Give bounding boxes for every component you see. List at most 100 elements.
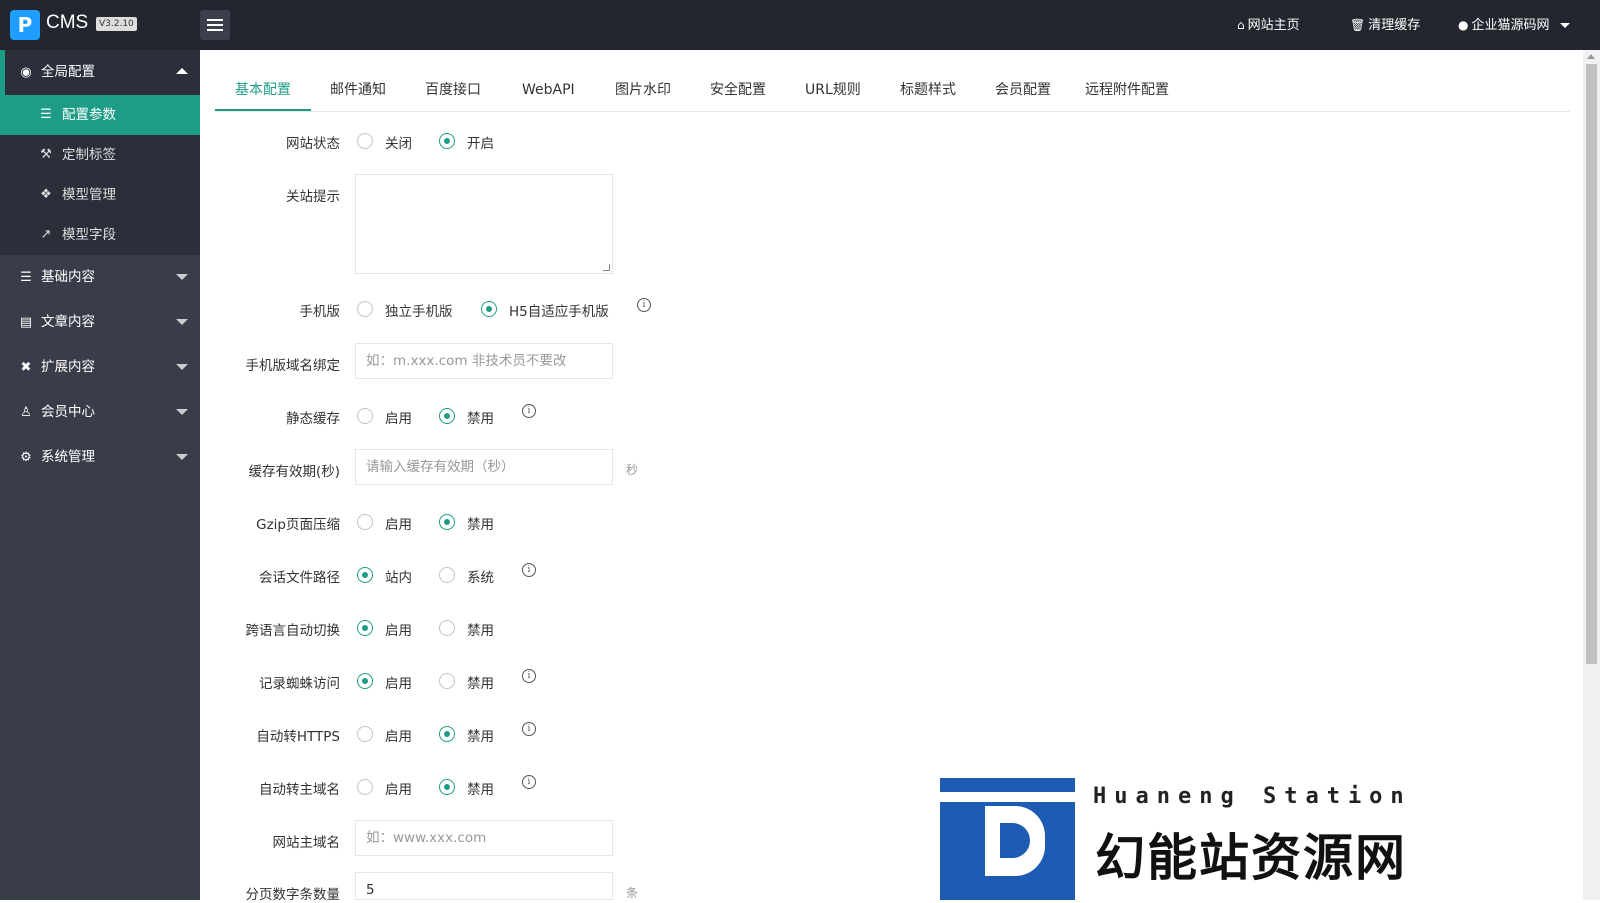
radio-circle <box>357 408 373 424</box>
unit-seconds: 秒 <box>626 463 639 477</box>
radio-label: 禁用 <box>467 411 494 427</box>
watermark-chinese-text: 幻能站资源网 <box>1095 829 1407 887</box>
scrollbar-thumb[interactable] <box>1586 64 1597 664</box>
info-icon[interactable]: i <box>522 563 536 577</box>
sliders-icon: ☰ <box>40 107 52 122</box>
tab-member-config[interactable]: 会员配置 <box>995 70 1051 110</box>
cms-logo-icon[interactable]: P <box>10 10 40 40</box>
nav-user-menu[interactable]: ● 企业猫源码网 <box>1458 0 1570 50</box>
label-gzip: Gzip页面压缩 <box>256 517 340 533</box>
label-spider-log: 记录蜘蛛访问 <box>259 676 340 692</box>
tab-url-rules[interactable]: URL规则 <box>805 70 861 110</box>
chevron-down-icon <box>176 274 188 280</box>
info-icon[interactable]: i <box>637 298 651 312</box>
main-domain-input[interactable]: 如：www.xxx.com <box>355 820 613 856</box>
sidebar-group-label: 全局配置 <box>41 64 95 80</box>
gear-icon: ⚙ <box>20 450 32 465</box>
cache-ttl-input[interactable]: 请输入缓存有效期（秒） <box>355 449 613 485</box>
tab-security-config[interactable]: 安全配置 <box>710 70 766 110</box>
label-mobile: 手机版 <box>299 304 341 320</box>
sidebar-item-label: 模型管理 <box>62 187 116 203</box>
radio-label: 启用 <box>385 411 412 427</box>
close-tip-textarea[interactable] <box>355 174 613 274</box>
radio-circle <box>357 726 373 742</box>
cube-icon: ❖ <box>40 187 52 202</box>
label-mobile-domain: 手机版域名绑定 <box>245 358 341 374</box>
page-count-input[interactable]: 5 <box>355 872 613 900</box>
wrench-icon: ⚒ <box>40 147 52 162</box>
radio-circle <box>481 301 497 317</box>
radio-label: 启用 <box>385 782 412 798</box>
label-site-status: 网站状态 <box>286 136 340 152</box>
radio-label: 系统 <box>467 570 494 586</box>
chevron-down-icon <box>1559 23 1570 28</box>
tab-baidu-api[interactable]: 百度接口 <box>425 70 481 110</box>
sidebar-item-model-fields[interactable]: ↗ 模型字段 <box>0 215 200 255</box>
watermark-english-text: Huaneng Station <box>1093 784 1412 809</box>
tab-webapi[interactable]: WebAPI <box>522 70 575 110</box>
info-icon[interactable]: i <box>522 775 536 789</box>
external-link-icon: ↗ <box>40 227 52 242</box>
radio-circle <box>439 133 455 149</box>
info-icon[interactable]: i <box>522 404 536 418</box>
puzzle-icon: ✖ <box>20 360 32 375</box>
user-icon: ♙ <box>20 405 32 420</box>
sidebar-group-extended-content[interactable]: ✖ 扩展内容 <box>0 345 200 390</box>
radio-label: 禁用 <box>467 676 494 692</box>
info-icon[interactable]: i <box>522 722 536 736</box>
radio-label: H5自适应手机版 <box>509 304 609 320</box>
sidebar-group-label: 系统管理 <box>41 449 95 465</box>
config-tabs: 基本配置 邮件通知 百度接口 WebAPI 图片水印 安全配置 URL规则 标题… <box>215 70 1570 112</box>
tab-mail-notify[interactable]: 邮件通知 <box>330 70 386 110</box>
sidebar-group-article-content[interactable]: ▤ 文章内容 <box>0 300 200 345</box>
radio-label: 启用 <box>385 729 412 745</box>
sidebar-item-custom-tags[interactable]: ⚒ 定制标签 <box>0 135 200 175</box>
sidebar-group-member-center[interactable]: ♙ 会员中心 <box>0 390 200 435</box>
label-page-count: 分页数字条数量 <box>245 887 341 903</box>
info-icon[interactable]: i <box>522 669 536 683</box>
trash-icon: 🗑 <box>1350 18 1366 32</box>
menu-toggle-button[interactable] <box>200 10 230 40</box>
tab-title-style[interactable]: 标题样式 <box>900 70 956 110</box>
radio-circle <box>439 779 455 795</box>
hamburger-icon <box>207 19 223 21</box>
tab-basic-config[interactable]: 基本配置 <box>215 70 311 111</box>
sidebar-group-system-manage[interactable]: ⚙ 系统管理 <box>0 435 200 480</box>
mobile-domain-input[interactable]: 如：m.xxx.com 非技术员不要改 <box>355 343 613 379</box>
sidebar-group-global-config[interactable]: ◉ 全局配置 <box>0 50 200 95</box>
scroll-up-icon[interactable] <box>1587 54 1595 59</box>
radio-circle <box>439 673 455 689</box>
radio-circle <box>439 726 455 742</box>
sidebar-group-label: 会员中心 <box>41 404 95 420</box>
chevron-up-icon <box>176 68 188 74</box>
sidebar-item-model-manage[interactable]: ❖ 模型管理 <box>0 175 200 215</box>
radio-label: 禁用 <box>467 517 494 533</box>
page-scrollbar[interactable] <box>1583 50 1600 900</box>
tab-image-watermark[interactable]: 图片水印 <box>615 70 671 110</box>
nav-clear-cache[interactable]: 🗑 清理缓存 <box>1350 0 1420 50</box>
radio-circle <box>357 514 373 530</box>
label-main-domain: 网站主域名 <box>272 835 341 851</box>
hamburger-icon-line <box>207 24 223 26</box>
unit-items: 条 <box>626 886 639 900</box>
radio-label: 站内 <box>385 570 412 586</box>
brand-name[interactable]: CMS <box>46 12 88 34</box>
tab-remote-attachment[interactable]: 远程附件配置 <box>1085 70 1169 110</box>
nav-site-home[interactable]: ⌂ 网站主页 <box>1237 0 1300 50</box>
label-auto-main-domain: 自动转主域名 <box>259 782 340 798</box>
sidebar: ◉ 全局配置 ☰ 配置参数 ⚒ 定制标签 ❖ 模型管理 ↗ 模型字段 ☰ 基础内… <box>0 50 200 900</box>
sidebar-item-config-params[interactable]: ☰ 配置参数 <box>0 95 200 135</box>
label-lang-switch: 跨语言自动切换 <box>245 623 341 639</box>
sidebar-group-basic-content[interactable]: ☰ 基础内容 <box>0 255 200 300</box>
sidebar-item-label: 模型字段 <box>62 227 116 243</box>
version-badge: V3.2.10 <box>96 17 137 31</box>
chevron-down-icon <box>176 319 188 325</box>
sidebar-group-label: 基础内容 <box>41 269 95 285</box>
label-cache-ttl: 缓存有效期(秒) <box>248 464 340 480</box>
user-icon: ● <box>1458 18 1469 32</box>
radio-label: 启用 <box>385 676 412 692</box>
label-session-path: 会话文件路径 <box>259 570 340 586</box>
nav-label: 清理缓存 <box>1368 18 1421 33</box>
globe-icon: ◉ <box>20 65 32 80</box>
hamburger-icon-line <box>207 29 223 31</box>
